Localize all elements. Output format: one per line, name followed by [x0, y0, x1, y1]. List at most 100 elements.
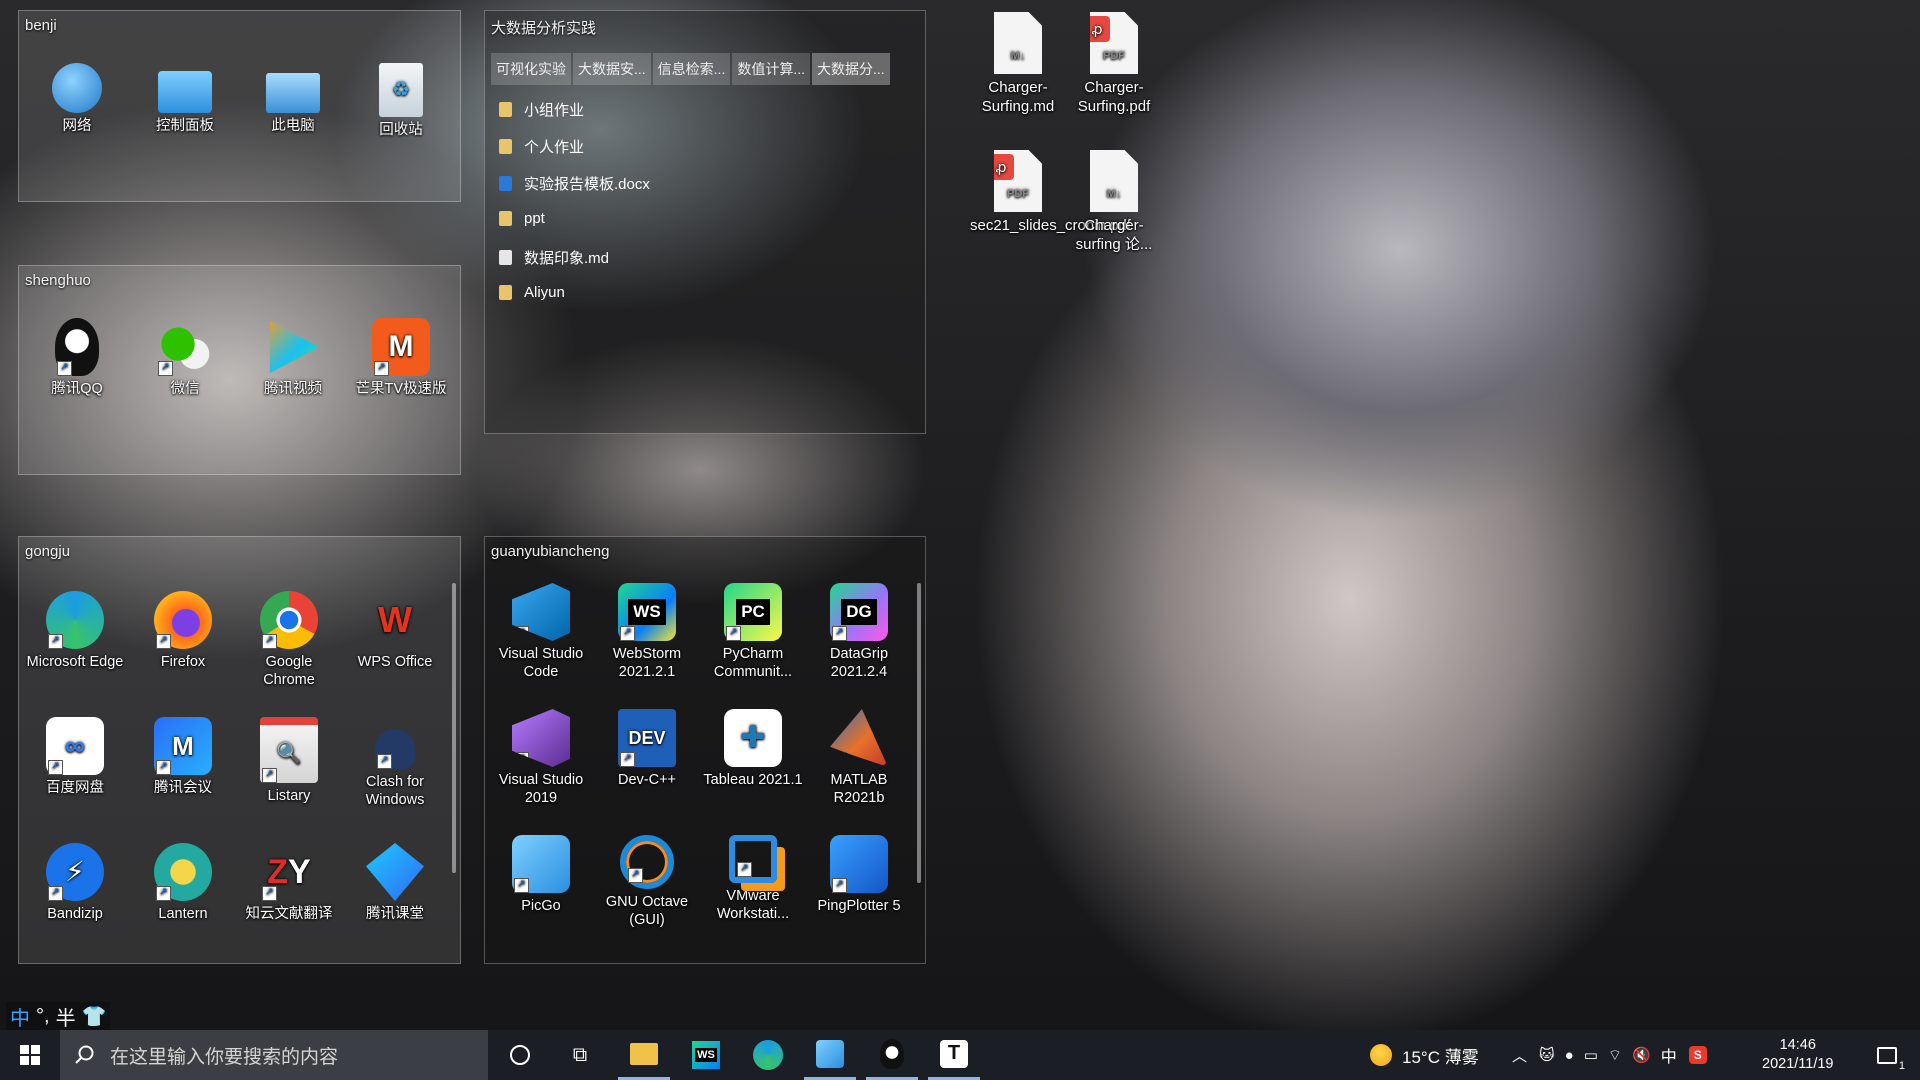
fence-scrollbar[interactable]: [452, 583, 456, 873]
desktop-icon-tencent-video[interactable]: 腾讯视频: [243, 318, 343, 398]
desktop-icon-recycle-bin[interactable]: ♻ 回收站: [351, 63, 451, 139]
desktop-icon-mango-tv[interactable]: M ↗ 芒果TV极速版: [351, 318, 451, 398]
file-name: 个人作业: [524, 139, 585, 156]
shirt-skin-icon[interactable]: 👕: [82, 1004, 107, 1029]
edge-icon: [753, 1040, 783, 1070]
tab-numerical[interactable]: 数值计算...: [732, 53, 811, 85]
desktop-icon-wechat[interactable]: ↗ 微信: [135, 318, 235, 398]
desktop-icon-webstorm[interactable]: WS ↗ WebStorm 2021.2.1: [597, 583, 697, 681]
desktop-icon-picgo[interactable]: ↗ PicGo: [491, 835, 591, 915]
cortana-button[interactable]: [495, 1030, 545, 1080]
desktop-icon-control-panel[interactable]: 控制面板: [135, 63, 235, 135]
ime-toolbar[interactable]: 中 °, 半 👕: [6, 1002, 111, 1031]
desktop-icon-devcpp[interactable]: DEV ↗ Dev-C++: [597, 709, 697, 789]
desktop-icon-bandizip[interactable]: ⚡ ↗ Bandizip: [25, 843, 125, 923]
icon-label: Google Chrome: [263, 654, 315, 688]
desktop-icon-pingplotter[interactable]: ↗ PingPlotter 5: [809, 835, 909, 915]
folder-icon: [499, 211, 512, 226]
icon-label: 腾讯视频: [264, 381, 322, 397]
file-row[interactable]: 小组作业: [499, 99, 584, 120]
ime-mode[interactable]: 中: [10, 1002, 30, 1031]
desktop-icon-datagrip[interactable]: DG ↗ DataGrip 2021.2.4: [809, 583, 909, 681]
search-placeholder: 在这里输入你要搜索的内容: [110, 1046, 339, 1068]
taskbar-typora[interactable]: T: [928, 1030, 980, 1080]
file-row[interactable]: 数据印象.md: [499, 247, 609, 268]
file-row[interactable]: 实验报告模板.docx: [499, 173, 650, 194]
icon-label: Microsoft Edge: [26, 654, 124, 670]
ime-punctuation[interactable]: °,: [36, 1005, 50, 1028]
icon-label: 百度网盘: [46, 780, 104, 796]
desktop-icon-this-pc[interactable]: 此电脑: [243, 63, 343, 135]
taskbar-edge[interactable]: [742, 1030, 794, 1080]
desktop-icon-tencent-class[interactable]: ↗ 腾讯课堂: [345, 843, 445, 923]
desktop-icon-lantern[interactable]: ↗ Lantern: [133, 843, 233, 923]
desktop-icon-qq[interactable]: ↗ 腾讯QQ: [27, 318, 127, 398]
file-name: Aliyun: [524, 284, 565, 301]
taskbar-file-explorer[interactable]: [618, 1030, 670, 1080]
file-row[interactable]: Aliyun: [499, 284, 565, 301]
taskbar-search-box[interactable]: 在这里输入你要搜索的内容: [60, 1030, 488, 1080]
desktop-icon-tableau[interactable]: ✚ Tableau 2021.1: [703, 709, 803, 789]
weather-widget[interactable]: 15°C 薄雾: [1370, 1030, 1479, 1080]
ime-width[interactable]: 半: [56, 1002, 76, 1031]
listary-icon: 🔍 ↗: [260, 717, 318, 783]
desktop-file-md[interactable]: M↓ Charger-Surfing.md: [970, 12, 1066, 116]
tab-info-retrieval[interactable]: 信息检索...: [652, 53, 731, 85]
edge-icon: ↗: [46, 591, 104, 649]
input-language[interactable]: 中: [1661, 1043, 1677, 1067]
desktop-file-pdf-slides[interactable]: ꝓ PDF sec21_slides_cronin.pdf: [970, 150, 1131, 235]
volume-muted-icon[interactable]: 🔇: [1632, 1046, 1651, 1064]
desktop-icon-firefox[interactable]: ↗ Firefox: [133, 591, 233, 671]
tab-bigdata-security[interactable]: 大数据安...: [573, 53, 651, 85]
desktop-icon-vmware[interactable]: ↗ VMware Workstati...: [703, 835, 803, 923]
fence-title: shenghuo: [25, 272, 91, 289]
desktop-icon-matlab[interactable]: ↗ MATLAB R2021b: [809, 709, 909, 807]
chevron-up-icon[interactable]: ︿: [1512, 1045, 1527, 1066]
qq-tray-icon[interactable]: ●: [1565, 1047, 1574, 1064]
taskbar-webstorm[interactable]: WS: [680, 1030, 732, 1080]
tencent-meeting-icon: M ↗: [154, 717, 212, 775]
file-name: 数据印象.md: [524, 250, 610, 267]
file-row[interactable]: 个人作业: [499, 136, 584, 157]
bandizip-icon: ⚡ ↗: [46, 843, 104, 901]
clash-cat-icon: ↗: [375, 729, 415, 769]
fence-scrollbar[interactable]: [917, 583, 921, 883]
taskbar-qq[interactable]: [866, 1030, 918, 1080]
desktop-icon-baidu-netdisk[interactable]: ∞ ↗ 百度网盘: [25, 717, 125, 797]
desktop-icon-network[interactable]: 网络: [27, 63, 127, 135]
file-row[interactable]: ppt: [499, 210, 545, 227]
sogou-ime-icon[interactable]: S: [1688, 1046, 1707, 1064]
icon-label: Bandizip: [47, 906, 103, 922]
desktop-icon-visual-studio[interactable]: ↗ Visual Studio 2019: [491, 709, 591, 807]
start-button[interactable]: [0, 1030, 60, 1080]
desktop-icon-clash[interactable]: ↗ Clash for Windows: [345, 717, 445, 809]
file-label: Charger-Surfing.pdf: [1077, 79, 1151, 115]
desktop-icon-wps[interactable]: W WPS Office: [345, 591, 445, 671]
clock[interactable]: 14:46 2021/11/19: [1762, 1030, 1834, 1080]
qq-penguin-icon: [880, 1038, 904, 1069]
desktop-icon-vscode[interactable]: ↗ Visual Studio Code: [491, 583, 591, 681]
desktop-icon-zhiyun[interactable]: Z Y ↗ 知云文献翻译: [239, 843, 339, 923]
desktop-file-md-paper[interactable]: M↓ Charger-surfing 论...: [1066, 150, 1162, 254]
icon-label: 回收站: [379, 122, 423, 138]
task-view-button[interactable]: ⧉: [555, 1030, 605, 1080]
picgo-icon: ↗: [512, 835, 570, 893]
taskbar-picgo[interactable]: [804, 1030, 856, 1080]
desktop-icon-listary[interactable]: 🔍 ↗ Listary: [239, 717, 339, 805]
notification-center-button[interactable]: 1: [1862, 1030, 1912, 1080]
desktop-icon-tencent-meeting[interactable]: M ↗ 腾讯会议: [133, 717, 233, 797]
battery-icon[interactable]: ▭: [1584, 1046, 1598, 1064]
wifi-icon[interactable]: ⌔: [1608, 1046, 1622, 1065]
desktop-file-pdf[interactable]: ꝓ PDF Charger-Surfing.pdf: [1066, 12, 1162, 116]
weather-fog-icon: [1370, 1044, 1392, 1066]
tab-visualization[interactable]: 可视化实验: [491, 53, 571, 85]
cat-tray-icon[interactable]: 🐱: [1539, 1046, 1555, 1064]
icon-label: MATLAB R2021b: [830, 772, 888, 806]
weather-text: 15°C 薄雾: [1402, 1047, 1479, 1067]
desktop-icon-pycharm[interactable]: PC ↗ PyCharm Communit...: [703, 583, 803, 681]
icon-label: PingPlotter 5: [817, 898, 901, 914]
desktop-icon-edge[interactable]: ↗ Microsoft Edge: [25, 591, 125, 671]
tab-bigdata-analysis[interactable]: 大数据分...: [812, 53, 890, 85]
desktop-icon-octave[interactable]: ↗ GNU Octave (GUI): [597, 835, 697, 929]
desktop-icon-chrome[interactable]: ↗ Google Chrome: [239, 591, 339, 689]
